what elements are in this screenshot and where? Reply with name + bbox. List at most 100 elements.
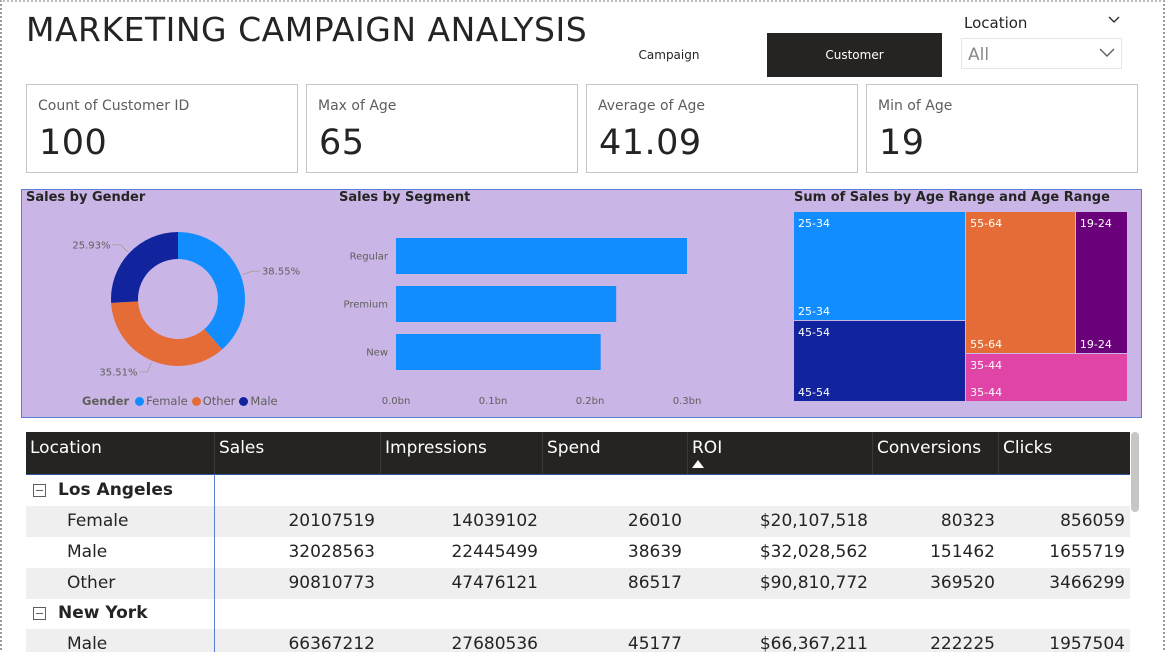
kpi-label: Max of Age bbox=[318, 98, 397, 114]
cell-spend: 38639 bbox=[627, 542, 682, 562]
table-row: Other 90810773 47476121 86517 $90,810,77… bbox=[26, 568, 1130, 599]
cell-roi: $20,107,518 bbox=[759, 511, 868, 531]
cell-sales: 32028563 bbox=[288, 542, 375, 562]
cell-sales: 20107519 bbox=[288, 511, 375, 531]
table-scrollbar[interactable] bbox=[1131, 432, 1139, 512]
treemap-tile-label: 25-34 bbox=[798, 217, 830, 230]
page-title: MARKETING CAMPAIGN ANALYSIS bbox=[26, 10, 588, 49]
donut-data-label: 25.93% bbox=[72, 240, 110, 251]
tab-customer[interactable]: Customer bbox=[767, 33, 942, 77]
table-row: Male 66367212 27680536 45177 $66,367,211… bbox=[26, 629, 1130, 652]
gender-chart-title: Sales by Gender bbox=[26, 190, 146, 205]
row-label: Male bbox=[67, 542, 108, 562]
kpi-card-max-age: Max of Age 65 bbox=[306, 84, 578, 173]
bar-new[interactable] bbox=[396, 334, 601, 370]
donut-data-label: 35.51% bbox=[99, 367, 137, 378]
column-header-clicks[interactable]: Clicks bbox=[999, 432, 1130, 474]
cell-clicks: 3466299 bbox=[1049, 573, 1125, 593]
collapse-icon[interactable] bbox=[33, 607, 46, 620]
location-dropdown-value: All bbox=[968, 45, 990, 65]
treemap-tile-sublabel: 45-54 bbox=[798, 385, 830, 399]
bar-premium[interactable] bbox=[396, 286, 617, 322]
cell-impressions: 14039102 bbox=[451, 511, 538, 531]
segment-chart-title: Sales by Segment bbox=[339, 190, 471, 205]
age-treemap-chart[interactable]: 25-34 25-34 55-64 55-64 19-24 19-24 45-54 45-54… bbox=[794, 212, 1128, 402]
cell-conversions: 151462 bbox=[930, 542, 995, 562]
kpi-value: 65 bbox=[319, 123, 365, 163]
table-row: Female 20107519 14039102 26010 $20,107,5… bbox=[26, 506, 1130, 537]
donut-data-label: 38.55% bbox=[262, 267, 300, 278]
leader-line bbox=[112, 244, 129, 252]
treemap-tile-45-54[interactable]: 45-54 45-54 bbox=[794, 320, 966, 401]
donut-slice-other[interactable] bbox=[111, 301, 223, 366]
tab-campaign[interactable]: Campaign bbox=[598, 33, 740, 77]
treemap-tile-sublabel: 35-44 bbox=[970, 385, 1003, 399]
treemap-tile-sublabel: 19-24 bbox=[1079, 337, 1112, 351]
kpi-value: 19 bbox=[879, 123, 925, 163]
column-header-impressions[interactable]: Impressions bbox=[381, 432, 543, 474]
group-label: Los Angeles bbox=[58, 480, 173, 500]
table-group-row: Los Angeles bbox=[26, 475, 1130, 506]
sales-matrix-table: Location Sales Impressions Spend ROI Con… bbox=[26, 432, 1130, 652]
cell-roi: $90,810,772 bbox=[759, 573, 868, 593]
row-label: Female bbox=[67, 511, 129, 531]
treemap-tile-label: 19-24 bbox=[1079, 217, 1112, 230]
treemap-tile-35-44[interactable]: 35-44 35-44 bbox=[966, 353, 1127, 401]
table-header: Location Sales Impressions Spend ROI Con… bbox=[26, 432, 1130, 474]
segment-bar-chart[interactable]: Regular Premium New 0.0bn 0.1bn 0.2bn 0.3bn bbox=[330, 225, 720, 415]
column-header-sales[interactable]: Sales bbox=[215, 432, 381, 474]
row-label: Other bbox=[67, 573, 116, 593]
donut-slice-male[interactable] bbox=[111, 232, 178, 303]
gender-legend: Gender Female Other Male bbox=[82, 394, 282, 408]
legend-item-other[interactable]: Other bbox=[191, 394, 235, 408]
donut-slice-female[interactable] bbox=[178, 232, 245, 350]
gender-donut-chart[interactable]: 38.55% 35.51% 25.93% bbox=[60, 215, 300, 390]
chevron-down-icon bbox=[1099, 48, 1115, 57]
location-dropdown[interactable]: All bbox=[961, 38, 1122, 69]
legend-label: Female bbox=[146, 394, 188, 408]
treemap-tile-19-24[interactable]: 19-24 19-24 bbox=[1075, 212, 1127, 353]
x-tick-label: 0.2bn bbox=[576, 396, 605, 407]
kpi-value: 100 bbox=[39, 123, 108, 163]
location-filter-label: Location bbox=[964, 14, 1028, 32]
table-header-divider bbox=[26, 474, 1130, 475]
cell-spend: 86517 bbox=[627, 573, 682, 593]
x-tick-label: 0.0bn bbox=[382, 396, 411, 407]
treemap-tile-label: 55-64 bbox=[970, 217, 1003, 230]
cell-impressions: 27680536 bbox=[451, 634, 538, 652]
kpi-label: Count of Customer ID bbox=[38, 98, 190, 114]
cell-clicks: 1957504 bbox=[1049, 634, 1125, 652]
legend-dot-icon bbox=[239, 396, 249, 406]
legend-item-male[interactable]: Male bbox=[239, 394, 278, 408]
group-label: New York bbox=[58, 603, 148, 623]
chevron-down-icon[interactable] bbox=[1106, 12, 1122, 28]
collapse-icon[interactable] bbox=[33, 484, 46, 497]
kpi-label: Min of Age bbox=[878, 98, 953, 114]
legend-item-female[interactable]: Female bbox=[135, 394, 188, 408]
row-label: Male bbox=[67, 634, 108, 652]
category-label: New bbox=[366, 348, 388, 359]
treemap-tile-label: 45-54 bbox=[798, 325, 830, 339]
column-header-roi[interactable]: ROI bbox=[688, 432, 873, 474]
table-row: Male 32028563 22445499 38639 $32,028,562… bbox=[26, 537, 1130, 568]
sort-ascending-icon[interactable] bbox=[692, 460, 704, 468]
cell-impressions: 47476121 bbox=[451, 573, 538, 593]
legend-title: Gender bbox=[82, 394, 130, 408]
column-header-location[interactable]: Location bbox=[26, 432, 215, 474]
cell-conversions: 222225 bbox=[930, 634, 995, 652]
column-header-conversions[interactable]: Conversions bbox=[873, 432, 999, 474]
cell-impressions: 22445499 bbox=[451, 542, 538, 562]
cell-roi: $66,367,211 bbox=[759, 634, 868, 652]
category-label: Regular bbox=[350, 252, 389, 263]
kpi-card-customer-count: Count of Customer ID 100 bbox=[26, 84, 298, 173]
treemap-tile-sublabel: 55-64 bbox=[970, 337, 1003, 351]
treemap-tile-55-64[interactable]: 55-64 55-64 bbox=[966, 212, 1075, 353]
legend-dot-icon bbox=[135, 396, 145, 406]
age-treemap-title: Sum of Sales by Age Range and Age Range bbox=[794, 190, 1110, 205]
bar-regular[interactable] bbox=[396, 238, 687, 274]
column-header-spend[interactable]: Spend bbox=[543, 432, 688, 474]
cell-conversions: 369520 bbox=[930, 573, 995, 593]
treemap-tile-25-34[interactable]: 25-34 25-34 bbox=[794, 212, 966, 320]
kpi-label: Average of Age bbox=[598, 98, 705, 114]
x-tick-label: 0.1bn bbox=[479, 396, 508, 407]
